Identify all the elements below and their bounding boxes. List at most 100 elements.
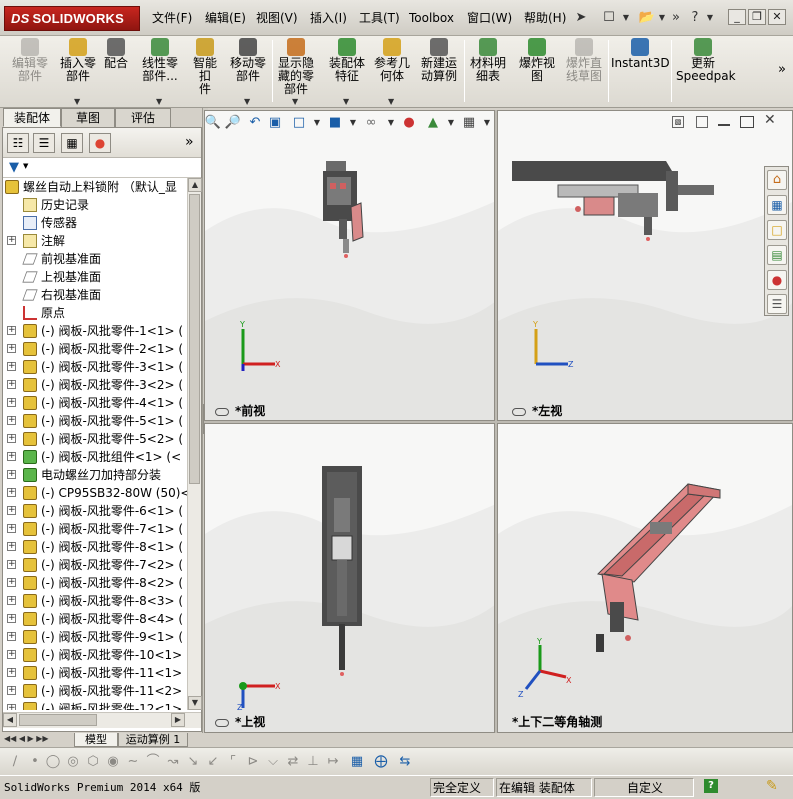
expand-toggle-icon[interactable]: + [7,542,16,551]
close-icon[interactable]: ✕ [768,9,786,25]
tree-item[interactable]: + (-) 阀板-风批零件-11<1> [3,664,187,682]
tree-item[interactable]: + (-) 阀板-风批零件-5<2> ( [3,430,187,448]
dropdown-arrow-icon[interactable]: ▼ [343,95,349,108]
tree-horizontal-scrollbar[interactable]: ◀ ▶ [3,712,201,728]
tree-item[interactable]: + 注解 [3,232,187,250]
dash-icon[interactable]: • [26,753,44,771]
view-orientation-dropdown-icon[interactable]: ▼ [308,112,326,134]
apply-scene-dropdown-icon[interactable]: ▼ [442,112,460,134]
tree-item[interactable]: + 电动螺丝刀加持部分装 [3,466,187,484]
feature-manager-icon[interactable]: ☷ [7,133,29,153]
link-icon[interactable] [512,407,526,416]
circle-dot-icon[interactable]: ◎ [64,753,82,771]
offset-icon[interactable]: ⌜ [224,753,242,771]
dropdown-arrow-icon[interactable]: ▼ [156,95,162,108]
cube-icon[interactable]: ▦ [348,753,366,771]
apply-scene-icon[interactable]: ▲ [424,112,442,134]
tree-item[interactable]: +(-) CP95SB32-80W (50)<1> [3,484,187,502]
custom-properties-icon[interactable]: ☰ [767,294,787,314]
tree-item[interactable]: + (-) 阀板-风批零件-8<2> ( [3,574,187,592]
tree-item[interactable]: + (-) 阀板-风批零件-7<2> ( [3,556,187,574]
graphics-area[interactable]: YX *前视 YZ *左视 X Z *上视 Y X Z *上下二等角轴测 [204,110,793,733]
tree-item[interactable]: + (-) 阀板-风批零件-9<1> ( [3,628,187,646]
tree-item[interactable]: + (-) 阀板-风批组件<1> (< [3,448,187,466]
cmd-instant3d-button[interactable]: Instant3D [611,38,670,106]
hide-show-dropdown-icon[interactable]: ▼ [382,112,400,134]
extend-icon[interactable]: ↙ [204,753,222,771]
tree-item[interactable]: + (-) 阀板-风批零件-7<1> ( [3,520,187,538]
tree-item[interactable]: 前视基准面 [3,250,187,268]
expand-toggle-icon[interactable]: + [7,578,16,587]
viewport-top[interactable]: XZ *上视 [204,423,495,733]
tab-model[interactable]: 模型 [74,733,118,747]
arc-icon[interactable]: ⌒ [144,753,162,771]
property-manager-icon[interactable]: ☰ [33,133,55,153]
filter-dropdown-icon[interactable]: ▼ [23,162,28,170]
expand-toggle-icon[interactable]: + [7,560,16,569]
status-units-box[interactable]: 自定义 [594,778,694,797]
display-style-icon[interactable]: ■ [326,112,344,134]
cmd-assembly-features-button[interactable]: 装配体 特征 ▼ [326,38,368,106]
polygon-icon[interactable]: ⬡ [84,753,102,771]
tab-assembly[interactable]: 装配体 [3,108,61,127]
dropdown-arrow-icon[interactable]: ▼ [292,95,298,108]
convert-entities-icon[interactable]: ⊳ [244,753,262,771]
line-icon[interactable]: ∕ [6,753,24,771]
expand-toggle-icon[interactable]: + [7,632,16,641]
tree-item[interactable]: + (-) 阀板-风批零件-3<2> ( [3,376,187,394]
configuration-manager-icon[interactable]: ▦ [61,133,83,153]
restore-icon[interactable]: ❐ [748,9,766,25]
cmd-speedpak-button[interactable]: 更新 Speedpak [676,38,736,106]
home-icon[interactable]: ⌂ [767,170,787,190]
move-entities-icon[interactable]: ⇄ [284,753,302,771]
cmd-bom-button[interactable]: 材料明 细表 [468,38,508,106]
filter-icon[interactable]: ▼ [9,160,19,175]
cmd-move-component-button[interactable]: 移动零 部件 ▼ [226,38,270,106]
tree-item[interactable]: + (-) 阀板-风批零件-4<1> ( [3,394,187,412]
edit-appearance-icon[interactable]: ● [400,112,418,134]
dropdown-arrow-icon[interactable]: ▼ [388,95,394,108]
tree-item[interactable]: 原点 [3,304,187,322]
open-dropdown-icon[interactable]: ▼ [656,7,668,29]
cmd-explode-line-sketch-button[interactable]: 爆炸直 线草图 [562,38,606,106]
menu-help[interactable]: 帮助(H) [524,9,566,27]
scroll-up-icon[interactable]: ▲ [188,178,202,192]
expand-toggle-icon[interactable]: + [7,524,16,533]
minimize-icon[interactable]: _ [728,9,746,25]
file-explorer-icon[interactable]: □ [767,220,787,240]
tree-root-assembly[interactable]: 螺丝自动上料锁附 （默认_显 [3,178,187,196]
minimize-viewport-icon[interactable] [718,118,730,126]
tree-item[interactable]: 传感器 [3,214,187,232]
expand-panel-icon[interactable]: » [185,134,194,150]
expand-toggle-icon[interactable]: + [7,614,16,623]
close-viewport-icon[interactable]: ✕ [764,112,776,128]
tree-item[interactable]: 历史记录 [3,196,187,214]
relation-icon[interactable]: ⊥ [304,753,322,771]
link-icon[interactable] [215,718,229,727]
arrows-icon[interactable]: ⇆ [396,753,414,771]
expand-toggle-icon[interactable]: + [7,398,16,407]
tab-sketch[interactable]: 草图 [61,108,115,127]
previous-view-icon[interactable]: ↶ [246,112,264,134]
expand-toggle-icon[interactable]: + [7,470,16,479]
ellipse-icon[interactable]: ◉ [104,753,122,771]
tree-item[interactable]: + (-) 阀板-风批零件-8<1> ( [3,538,187,556]
expand-toggle-icon[interactable]: + [7,326,16,335]
view-orientation-icon[interactable]: □ [290,112,308,134]
menu-toolbox[interactable]: Toolbox [409,9,454,27]
scroll-down-icon[interactable]: ▼ [188,696,202,710]
dropdown-arrow-icon[interactable]: ▼ [74,95,80,108]
hscroll-thumb[interactable] [19,714,97,726]
tree-item[interactable]: + (-) 阀板-风批零件-5<1> ( [3,412,187,430]
new-document-icon[interactable]: ☐ [598,7,620,29]
menu-file[interactable]: 文件(F) [152,9,192,27]
scroll-left-icon[interactable]: ◀ [3,713,17,727]
tree-item[interactable]: + (-) 阀板-风批零件-11<2> [3,682,187,700]
cmd-reference-geometry-button[interactable]: 参考几 何体 ▼ [372,38,412,106]
expand-toggle-icon[interactable]: + [7,650,16,659]
design-library-icon[interactable]: ▦ [767,195,787,215]
menu-tools[interactable]: 工具(T) [359,9,400,27]
more-arrow-icon[interactable]: » [670,7,682,29]
viewport-isometric[interactable]: Y X Z *上下二等角轴测 [497,423,793,733]
cmd-new-motion-study-button[interactable]: 新建运 动算例 [416,38,462,106]
